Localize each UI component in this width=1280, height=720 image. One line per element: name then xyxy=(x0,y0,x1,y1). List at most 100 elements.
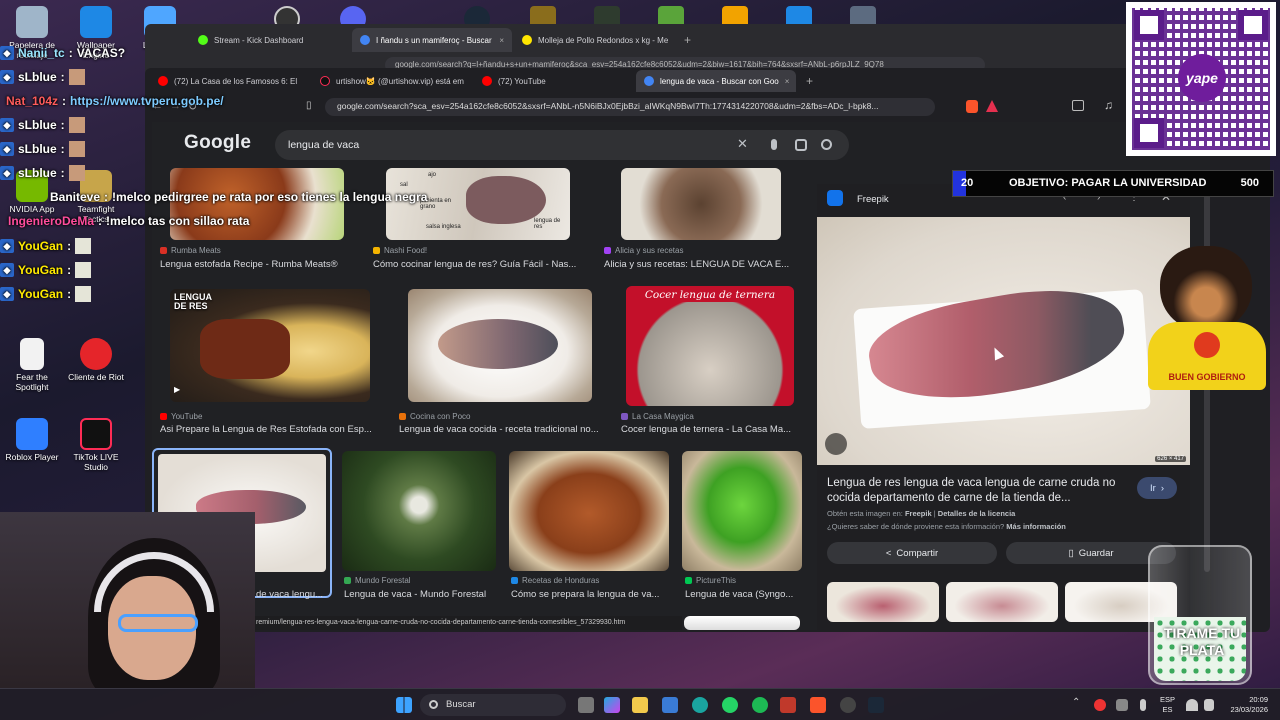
windows-start-icon[interactable] xyxy=(396,697,412,713)
volume-icon[interactable] xyxy=(1204,699,1214,711)
desktop-icon-label: Fear the Spotlight xyxy=(15,372,49,392)
close-icon[interactable]: × xyxy=(499,36,504,45)
result-title[interactable]: de vaca lengu... xyxy=(256,589,330,600)
result-title[interactable]: Lengua de vaca cocida - receta tradicion… xyxy=(399,424,604,435)
lens-icon[interactable] xyxy=(795,139,807,151)
lens-icon[interactable] xyxy=(825,433,847,455)
related-thumbnail[interactable] xyxy=(946,582,1058,622)
result-title[interactable]: Alicia y sus recetas: LENGUA DE VACA E..… xyxy=(604,259,798,270)
result-source[interactable]: Recetas de Honduras xyxy=(511,576,599,585)
microphone-icon[interactable] xyxy=(771,139,777,150)
clear-icon[interactable]: ✕ xyxy=(737,136,748,152)
desktop-icon-roblox[interactable]: Roblox Player xyxy=(0,418,64,463)
chat-username: sLblue xyxy=(18,166,57,180)
result-title[interactable]: Cómo se prepara la lengua de va... xyxy=(511,589,667,600)
new-tab-icon[interactable]: + xyxy=(798,74,821,92)
save-label: Guardar xyxy=(1078,547,1114,559)
tray-icon[interactable] xyxy=(1116,699,1128,711)
result-source[interactable]: Mundo Forestal xyxy=(344,576,411,585)
result-thumbnail[interactable] xyxy=(684,616,800,630)
result-title[interactable]: Asi Prepare la Lengua de Res Estofada co… xyxy=(160,424,378,435)
close-icon[interactable]: × xyxy=(785,77,790,86)
mascot-text: BUEN GOBIERNO xyxy=(1168,372,1246,382)
whatsapp-icon[interactable] xyxy=(722,697,738,713)
result-thumbnail[interactable] xyxy=(682,451,802,571)
chat-colon: : xyxy=(98,214,103,228)
clock-time: 20:09 xyxy=(1249,695,1268,704)
more-info-link[interactable]: Más información xyxy=(1006,522,1066,531)
license-line: Obtén esta imagen en: Freepik | Detalles… xyxy=(827,509,1015,518)
obs-icon[interactable] xyxy=(840,697,856,713)
chat-colon: : xyxy=(60,142,65,156)
chat-link[interactable]: https://www.tvperu.gob.pe/ xyxy=(70,94,224,108)
result-source[interactable]: La Casa Maygica xyxy=(621,412,694,421)
chat-username: YouGan xyxy=(18,287,64,301)
desktop-icon-fear-spotlight[interactable]: Fear the Spotlight xyxy=(0,338,64,393)
result-title[interactable]: Lengua de vaca - Mundo Forestal xyxy=(344,589,502,600)
badge-icon: ◆ xyxy=(0,166,14,180)
tab-youtube[interactable]: (72) YouTube xyxy=(474,70,634,92)
tab-molleja[interactable]: Molleja de Pollo Redondos x kg - Me xyxy=(514,28,674,52)
copilot-icon[interactable] xyxy=(604,697,620,713)
roblox-icon xyxy=(16,418,48,450)
result-source[interactable]: YouTube xyxy=(160,412,202,421)
result-thumbnail[interactable] xyxy=(342,451,496,571)
related-thumbnail[interactable] xyxy=(827,582,939,622)
image-size: 626 × 417 xyxy=(1155,456,1186,462)
brave-rewards-icon[interactable] xyxy=(986,100,998,112)
meat-shape xyxy=(200,319,290,379)
license-source[interactable]: Freepik xyxy=(905,509,932,518)
emote-icon xyxy=(68,69,85,85)
share-button[interactable]: < Compartir xyxy=(827,542,997,564)
app-icon[interactable] xyxy=(780,697,796,713)
badge-icon: ◆ xyxy=(0,239,14,253)
result-thumbnail[interactable] xyxy=(509,451,669,571)
spotify-icon[interactable] xyxy=(752,697,768,713)
result-source[interactable]: Alicia y sus recetas xyxy=(604,246,683,255)
new-tab-icon[interactable]: + xyxy=(676,33,699,52)
result-thumbnail[interactable]: LENGUA DE RES ▶ xyxy=(170,289,370,402)
file-explorer-icon[interactable] xyxy=(632,697,648,713)
taskbar-search[interactable]: Buscar xyxy=(420,694,566,716)
preview-title[interactable]: Lengua de res lengua de vaca lengua de c… xyxy=(827,476,1127,506)
tray-icon[interactable] xyxy=(1094,699,1106,711)
emote-icon xyxy=(75,286,92,302)
task-view-icon[interactable] xyxy=(578,697,594,713)
result-thumbnail[interactable] xyxy=(408,289,592,402)
brave-icon[interactable] xyxy=(810,697,826,713)
visit-button[interactable]: Ir › xyxy=(1137,477,1177,499)
tongue-shape xyxy=(438,319,558,369)
language-indicator[interactable]: ESP ES xyxy=(1160,695,1175,715)
clock[interactable]: 20:09 23/03/2026 xyxy=(1220,695,1268,715)
edge-icon[interactable] xyxy=(692,697,708,713)
badge-icon: ◆ xyxy=(0,118,14,132)
brave-shield-icon[interactable] xyxy=(966,100,978,113)
result-source[interactable]: PictureThis xyxy=(685,576,736,585)
license-link[interactable]: Detalles de la licencia xyxy=(938,509,1016,518)
media-icon[interactable]: ♫ xyxy=(1104,98,1113,112)
desktop-icon-tiktok[interactable]: TikTok LIVE Studio xyxy=(64,418,128,473)
visit-label: Ir xyxy=(1150,482,1156,494)
chevron-up-icon[interactable]: ⌃ xyxy=(1072,697,1080,708)
result-thumbnail[interactable]: Cocer lengua de ternera xyxy=(626,286,794,406)
badge-icon: ◆ xyxy=(0,142,14,156)
source-favicon xyxy=(511,577,518,584)
result-thumbnail[interactable] xyxy=(621,168,781,240)
desktop-icon-label: Cliente de Riot xyxy=(68,372,124,382)
result-title[interactable]: Lengua de vaca (Syngo... xyxy=(685,589,805,600)
result-source[interactable]: Cocina con Poco xyxy=(399,412,470,421)
goal-label: OBJETIVO: PAGAR LA UNIVERSIDAD xyxy=(1009,177,1207,189)
search-icon[interactable] xyxy=(821,139,832,150)
sidebar-icon[interactable] xyxy=(1072,100,1084,111)
tab-lengua-de-vaca[interactable]: lengua de vaca - Buscar con Goo × xyxy=(636,70,796,92)
desktop-icon-riot[interactable]: Cliente de Riot xyxy=(64,338,128,383)
taskbar: Buscar ⌃ ESP ES 20:09 23/03/2026 xyxy=(0,688,1280,720)
result-title[interactable]: Cocer lengua de ternera - La Casa Ma... xyxy=(621,424,797,435)
preview-source[interactable]: Freepik xyxy=(857,194,889,205)
goal-current: 20 xyxy=(961,177,974,189)
chat-colon: : xyxy=(67,239,72,253)
microphone-icon[interactable] xyxy=(1140,699,1146,711)
store-icon[interactable] xyxy=(662,697,678,713)
steam-icon[interactable] xyxy=(868,697,884,713)
wifi-icon[interactable] xyxy=(1186,699,1198,711)
